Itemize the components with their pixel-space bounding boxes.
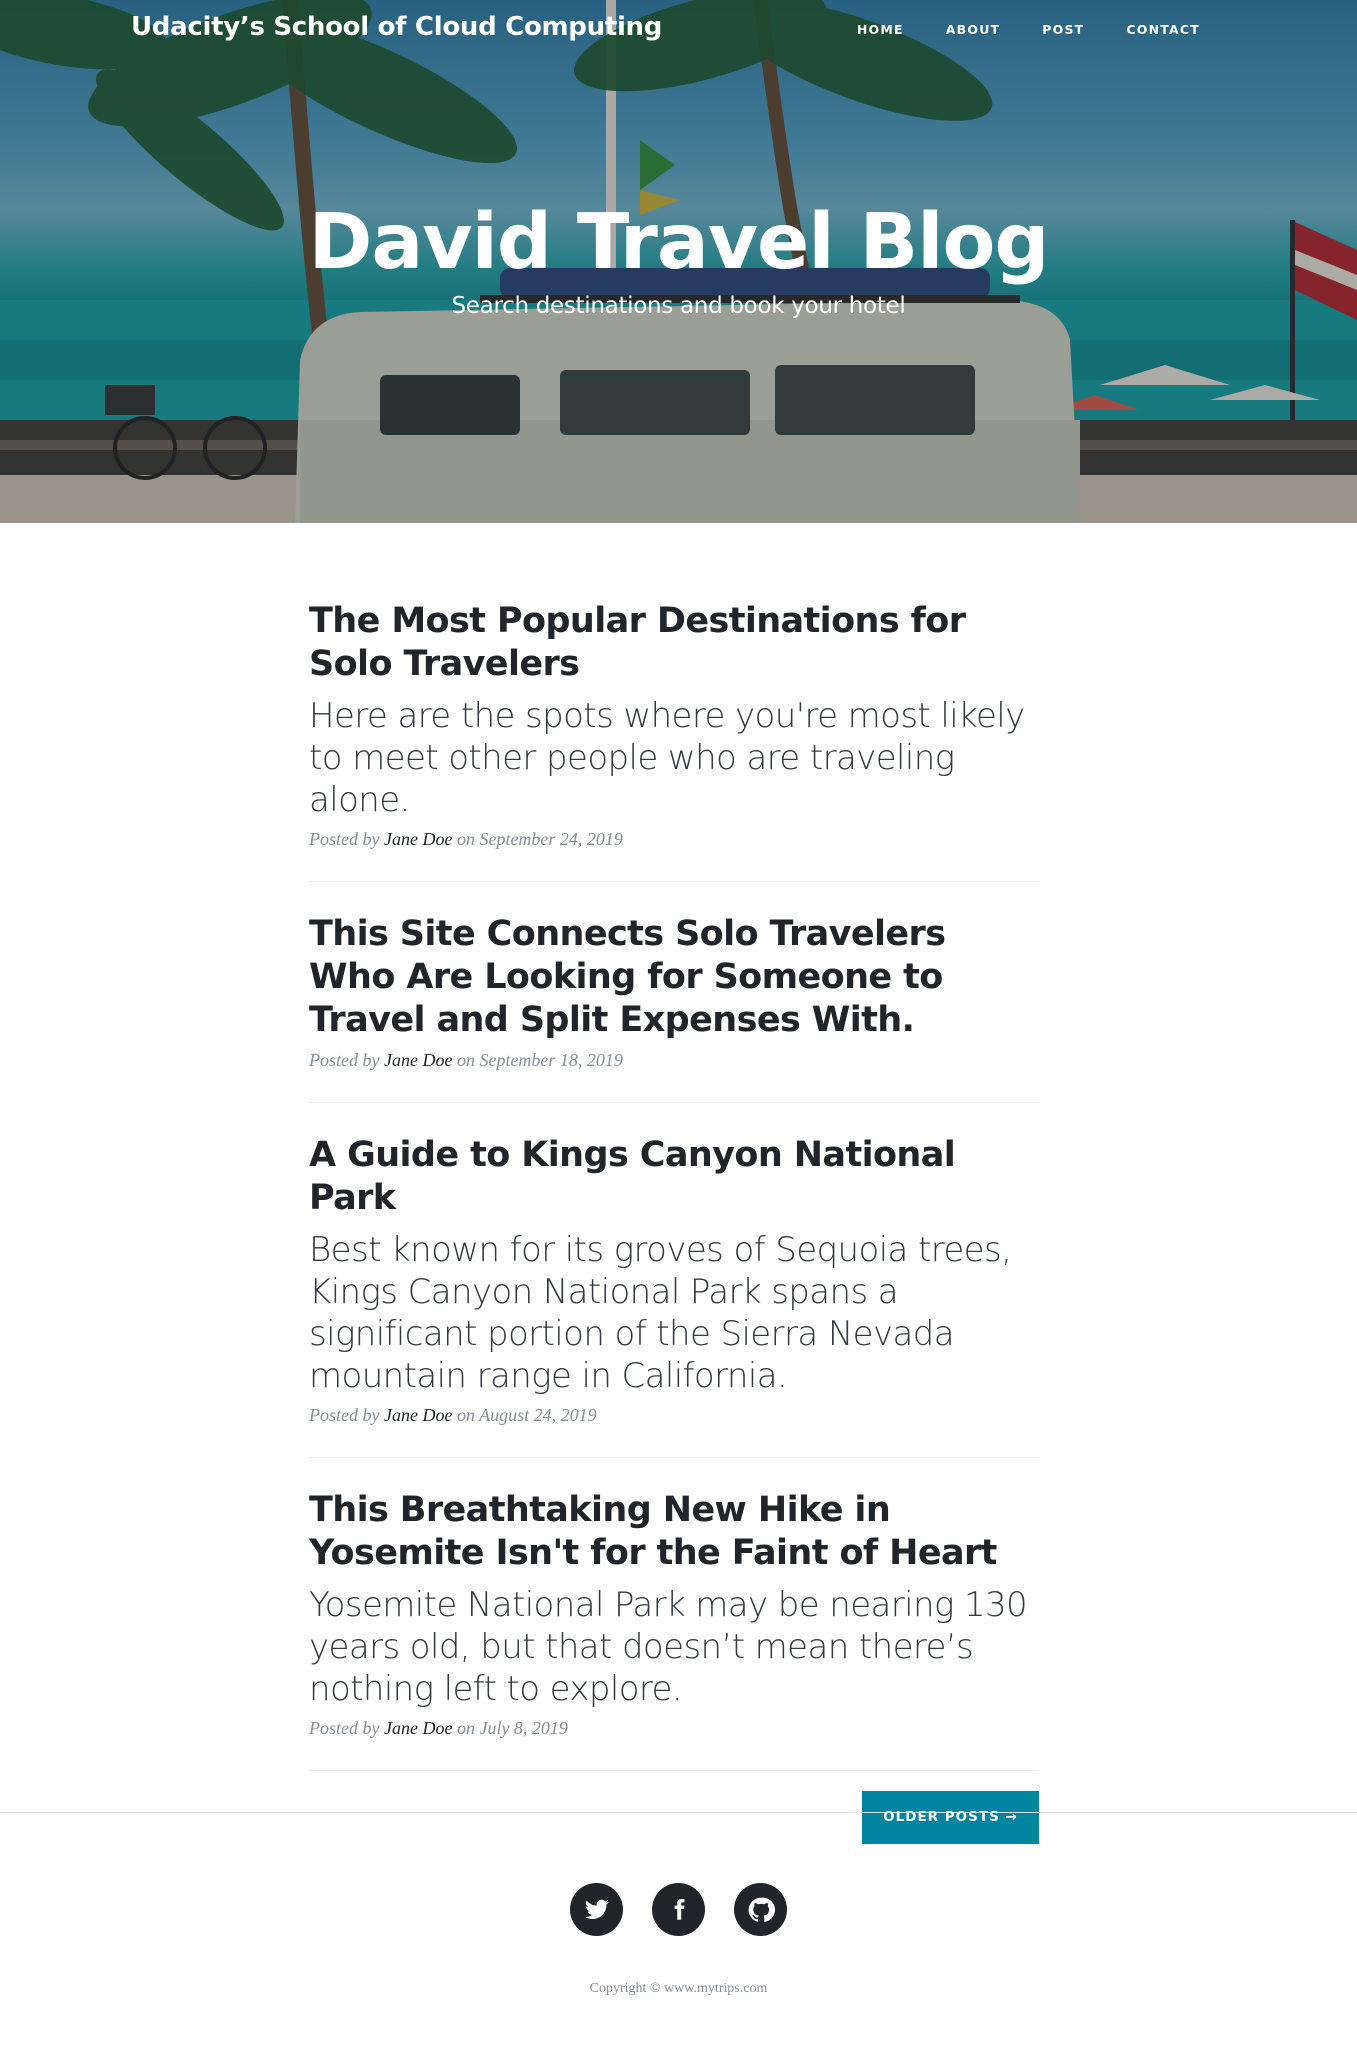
main-navbar: Udacity’s School of Cloud Computing HOME… [0, 0, 1357, 60]
masthead: Udacity’s School of Cloud Computing HOME… [0, 0, 1357, 523]
post-preview: This Breathtaking New Hike in Yosemite I… [309, 1489, 1039, 1771]
post-preview: This Site Connects Solo Travelers Who Ar… [309, 913, 1039, 1103]
on-label: on [456, 1718, 475, 1738]
post-link[interactable]: This Breathtaking New Hike in Yosemite I… [309, 1489, 1039, 1710]
post-title: This Breathtaking New Hike in Yosemite I… [309, 1490, 997, 1573]
post-date: September 18, 2019 [479, 1050, 623, 1070]
author-link[interactable]: Jane Doe [384, 1718, 452, 1738]
nav-item-home: HOME [857, 21, 904, 39]
site-title: David Travel Blog [308, 198, 1049, 287]
post-meta: Posted by Jane Doe on September 18, 2019 [309, 1050, 1039, 1071]
posted-by-label: Posted by [309, 829, 380, 849]
nav-link-contact[interactable]: CONTACT [1126, 22, 1200, 37]
post-title: This Site Connects Solo Travelers Who Ar… [309, 914, 946, 1040]
github-link[interactable] [734, 1883, 787, 1936]
twitter-link[interactable] [570, 1883, 623, 1936]
nav-item-about: ABOUT [946, 21, 1001, 39]
post-preview: The Most Popular Destinations for Solo T… [309, 600, 1039, 882]
post-link[interactable]: A Guide to Kings Canyon National Park Be… [309, 1134, 1039, 1397]
nav-link-post[interactable]: POST [1042, 22, 1084, 37]
post-subtitle: Here are the spots where you're most lik… [309, 696, 1025, 820]
nav-link-about[interactable]: ABOUT [946, 22, 1001, 37]
posted-by-label: Posted by [309, 1718, 380, 1738]
post-preview: A Guide to Kings Canyon National Park Be… [309, 1134, 1039, 1458]
author-link[interactable]: Jane Doe [384, 829, 452, 849]
post-title: A Guide to Kings Canyon National Park [309, 1135, 956, 1218]
post-link[interactable]: The Most Popular Destinations for Solo T… [309, 600, 1039, 821]
author-link[interactable]: Jane Doe [384, 1405, 452, 1425]
copyright-text: Copyright © www.mytrips.com [589, 1981, 768, 1996]
post-meta: Posted by Jane Doe on July 8, 2019 [309, 1718, 1039, 1739]
posted-by-label: Posted by [309, 1405, 380, 1425]
nav-links: HOME ABOUT POST CONTACT [815, 21, 1200, 39]
brand-link[interactable]: Udacity’s School of Cloud Computing [131, 12, 662, 42]
post-subtitle: Best known for its groves of Sequoia tre… [309, 1230, 1012, 1396]
site-subtitle: Search destinations and book your hotel [451, 293, 906, 319]
on-label: on [456, 1050, 475, 1070]
post-date: September 24, 2019 [479, 829, 623, 849]
on-label: on [456, 829, 475, 849]
pager: OLDER POSTS → [309, 1791, 1039, 1844]
facebook-link[interactable] [652, 1883, 705, 1936]
footer-divider [0, 1812, 1357, 1813]
post-date: August 24, 2019 [479, 1405, 597, 1425]
facebook-icon [674, 1898, 684, 1920]
post-date: July 8, 2019 [479, 1718, 568, 1738]
site-heading: David Travel Blog Search destinations an… [0, 198, 1357, 319]
post-subtitle: Yosemite National Park may be nearing 13… [309, 1585, 1028, 1709]
nav-link-home[interactable]: HOME [857, 22, 904, 37]
nav-item-contact: CONTACT [1126, 21, 1200, 39]
author-link[interactable]: Jane Doe [384, 1050, 452, 1070]
twitter-icon [584, 1899, 609, 1919]
posted-by-label: Posted by [309, 1050, 380, 1070]
nav-item-post: POST [1042, 21, 1084, 39]
social-links [0, 1883, 1357, 1936]
older-posts-button[interactable]: OLDER POSTS → [862, 1791, 1039, 1844]
post-list: The Most Popular Destinations for Solo T… [309, 600, 1039, 1844]
post-title: The Most Popular Destinations for Solo T… [309, 601, 966, 684]
post-link[interactable]: This Site Connects Solo Travelers Who Ar… [309, 913, 1039, 1042]
github-icon [748, 1897, 775, 1922]
on-label: on [456, 1405, 475, 1425]
post-meta: Posted by Jane Doe on August 24, 2019 [309, 1405, 1039, 1426]
post-meta: Posted by Jane Doe on September 24, 2019 [309, 829, 1039, 850]
